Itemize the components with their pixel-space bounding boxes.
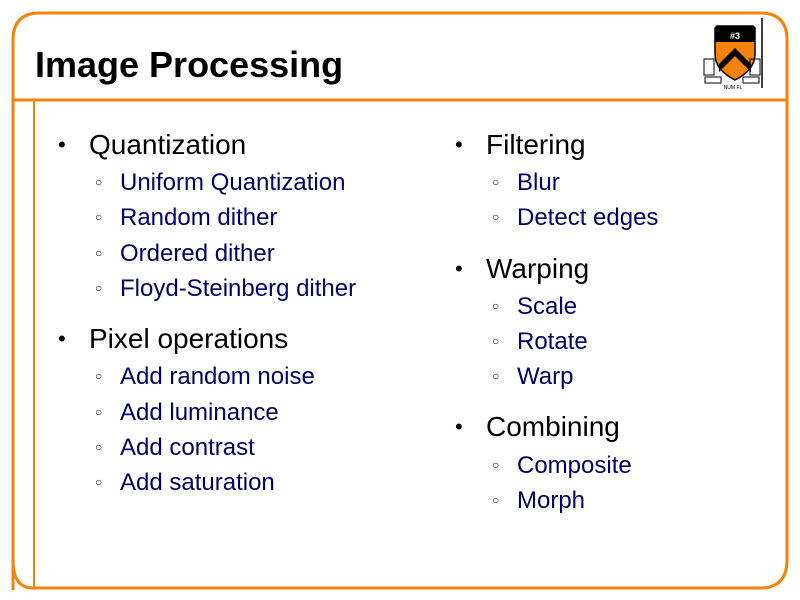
topic-group-quantization: • Quantization ○ Uniform Quantization ○ Ran… <box>55 125 356 306</box>
list-item: ○ Floyd-Steinberg dither <box>55 271 356 306</box>
list-item: ○ Add saturation <box>55 465 356 500</box>
list-item-label: Add contrast <box>120 433 255 461</box>
circle-bullet-icon: ○ <box>95 175 103 190</box>
circle-bullet-icon: ○ <box>492 457 500 472</box>
list-item-label: Blur <box>517 169 560 197</box>
list-item: ○ Blur <box>452 165 658 200</box>
bullet-icon: • <box>455 255 463 281</box>
list-item: ○ Rotate <box>452 324 658 359</box>
circle-bullet-icon: ○ <box>95 210 103 225</box>
topic-heading-label: Filtering <box>486 129 586 160</box>
frame-corner <box>11 559 34 590</box>
topic-heading-label: Quantization <box>89 129 247 160</box>
list-item: ○ Morph <box>452 483 658 518</box>
svg-text:NUM FL: NUM FL <box>724 85 743 91</box>
list-item-label: Detect edges <box>517 204 659 232</box>
svg-text:#3: #3 <box>730 31 740 41</box>
list-item: ○ Uniform Quantization <box>55 165 356 200</box>
circle-bullet-icon: ○ <box>95 404 103 419</box>
circle-bullet-icon: ○ <box>95 281 103 296</box>
topic-heading: • Warping <box>452 249 658 289</box>
list-item-label: Warp <box>517 363 574 391</box>
list-item-label: Rotate <box>517 328 588 356</box>
circle-bullet-icon: ○ <box>492 369 500 384</box>
circle-bullet-icon: ○ <box>492 298 500 313</box>
list-item-label: Morph <box>517 486 586 514</box>
list-item-label: Scale <box>517 292 578 320</box>
topic-heading: • Filtering <box>452 125 658 165</box>
circle-bullet-icon: ○ <box>492 210 500 225</box>
left-column: • Quantization ○ Uniform Quantization ○ Ran… <box>55 125 356 513</box>
bullet-icon: • <box>455 132 463 157</box>
circle-bullet-icon: ○ <box>492 334 500 349</box>
topic-heading-label: Combining <box>486 411 620 443</box>
list-item: ○ Add luminance <box>55 394 356 429</box>
topic-group-warping: • Warping ○ Scale ○ Rotate ○ Warp <box>452 249 658 395</box>
list-item-label: Add saturation <box>120 469 275 497</box>
list-item: ○ Add random noise <box>55 359 356 394</box>
list-item: ○ Random dither <box>55 200 356 235</box>
circle-bullet-icon: ○ <box>492 175 500 190</box>
list-item: ○ Ordered dither <box>55 236 356 271</box>
circle-bullet-icon: ○ <box>95 369 103 384</box>
list-item: ○ Add contrast <box>55 430 356 465</box>
circle-bullet-icon: ○ <box>492 492 500 507</box>
list-item-label: Add luminance <box>120 398 279 426</box>
circle-bullet-icon: ○ <box>95 245 103 260</box>
circle-bullet-icon: ○ <box>95 439 103 454</box>
circle-bullet-icon: ○ <box>95 475 103 490</box>
list-item-label: Composite <box>517 451 632 479</box>
bullet-icon: • <box>58 132 66 157</box>
list-item-label: Ordered dither <box>120 239 275 267</box>
topic-group-combining: • Combining ○ Composite ○ Morph <box>452 407 658 518</box>
list-item: ○ Detect edges <box>452 200 658 235</box>
topic-heading: • Quantization <box>55 125 356 165</box>
list-item-label: Random dither <box>120 204 278 232</box>
bullet-icon: • <box>455 414 463 440</box>
topic-heading-label: Warping <box>486 252 590 284</box>
list-item-label: Floyd-Steinberg dither <box>120 275 357 303</box>
topic-heading: • Pixel operations <box>55 319 356 359</box>
right-column: • Filtering ○ Blur ○ Detect edges • Warping … <box>452 125 658 531</box>
list-item-label: Uniform Quantization <box>120 169 346 197</box>
slide-title: Image Processing <box>35 44 344 85</box>
list-item: ○ Warp <box>452 359 658 394</box>
topic-heading: • Combining <box>452 407 658 447</box>
topic-heading-label: Pixel operations <box>89 323 289 355</box>
list-item: ○ Composite <box>452 447 658 482</box>
topic-group-filtering: • Filtering ○ Blur ○ Detect edges <box>452 125 658 236</box>
princeton-shield-logo-icon: #3 NUM FL <box>703 18 763 91</box>
list-item: ○ Scale <box>452 289 658 324</box>
topic-group-pixel-operations: • Pixel operations ○ Add random noise ○ Add… <box>55 319 356 500</box>
list-item-label: Add random noise <box>120 363 315 391</box>
bullet-icon: • <box>58 326 66 352</box>
